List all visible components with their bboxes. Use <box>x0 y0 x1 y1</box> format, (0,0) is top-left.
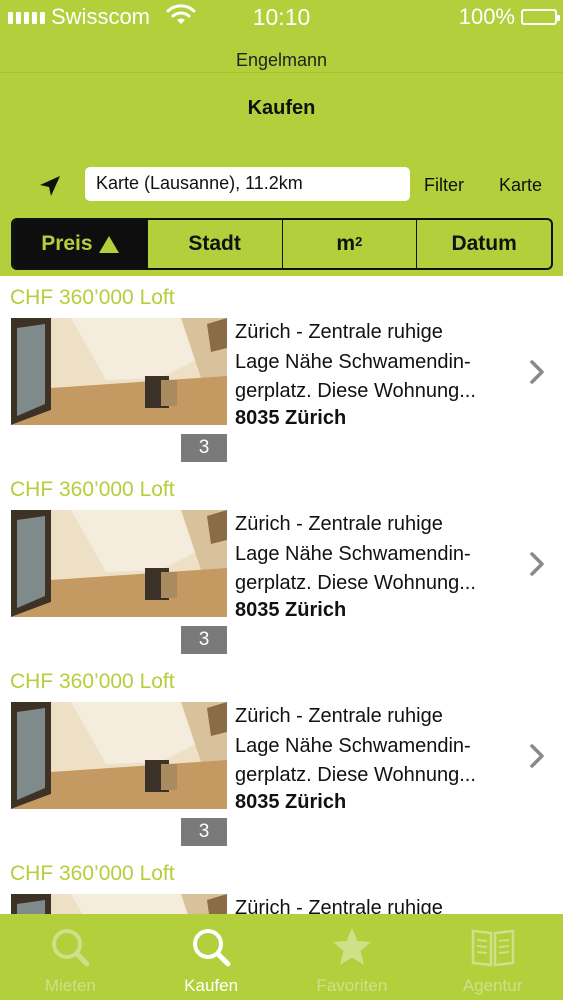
photo-count-badge: 3 <box>181 626 227 654</box>
list-item[interactable]: CHF 360’000 Loft 3 Zürich - Zentrale ruhi… <box>0 468 563 660</box>
tab-favoriten[interactable]: Favoriten <box>282 914 423 1000</box>
battery-icon <box>521 9 560 25</box>
brand-name: Engelmann <box>235 50 328 70</box>
description-line: Zürich - Zentrale ruhige <box>235 321 443 343</box>
listing-price-title: CHF 360’000 Loft <box>10 670 175 693</box>
sort-area-label: m <box>336 232 356 255</box>
sort-by-date[interactable]: Datum <box>417 220 551 268</box>
list-item[interactable]: CHF 360’000 Loft 3 Zürich - Zentrale ruhi… <box>0 276 563 468</box>
description-line: Lage Nähe Schwamendin- <box>235 734 471 757</box>
filter-button[interactable]: Filter <box>424 175 464 196</box>
tab-mieten[interactable]: Mieten <box>0 914 141 1000</box>
description-line: gerplatz. Diese Wohnung... <box>235 764 476 786</box>
tab-kaufen[interactable]: Kaufen <box>141 914 282 1000</box>
sort-ascending-icon <box>98 235 119 253</box>
chevron-right-icon[interactable] <box>527 742 547 770</box>
tab-agentur-label: Agentur <box>462 976 523 995</box>
location-arrow-icon[interactable] <box>36 172 64 200</box>
listing-photo <box>11 318 227 425</box>
description-line: Lage Nähe Schwamendin- <box>235 542 471 565</box>
book-icon <box>471 929 514 967</box>
listing-description: Zürich - Zentrale ruhige <box>235 894 520 914</box>
battery-percent: 100% <box>458 4 515 29</box>
sort-date-label: Datum <box>451 232 517 255</box>
description-line: Lage Nähe Schwamendin- <box>235 350 471 373</box>
status-bar: Swisscom 10:10 100% <box>0 0 563 34</box>
photo-count-badge: 3 <box>181 818 227 846</box>
list-item[interactable]: CHF 360’000 Loft 3 Zürich - Zentrale ruhi… <box>0 660 563 852</box>
page-title: Kaufen <box>247 97 316 119</box>
listing-photo <box>11 894 227 914</box>
search-icon <box>52 929 90 967</box>
list-item[interactable]: CHF 360’000 Loft Zürich - Zentrale ruhig… <box>0 852 563 914</box>
listing-price-title: CHF 360’000 Loft <box>10 286 175 309</box>
description-line: gerplatz. Diese Wohnung... <box>235 572 476 594</box>
top-bar: Swisscom 10:10 100% Engelmann Kaufen Kar… <box>0 0 563 276</box>
listing-city: 8035 Zürich <box>235 407 347 429</box>
listing-photo <box>11 702 227 809</box>
sort-by-price[interactable]: Preis <box>13 220 148 268</box>
listing-photo <box>11 510 227 617</box>
listing-list[interactable]: CHF 360’000 Loft 3 Zürich - Zentrale ruhi… <box>0 276 563 914</box>
sort-by-city[interactable]: Stadt <box>148 220 283 268</box>
photo-count-badge: 3 <box>181 434 227 462</box>
tab-bar: Mieten Kaufen Favoriten Agentur <box>0 914 563 1000</box>
description-line: gerplatz. Diese Wohnung... <box>235 380 476 402</box>
star-icon <box>332 928 371 965</box>
tab-mieten-label: Mieten <box>44 976 96 995</box>
listing-city: 8035 Zürich <box>235 791 347 813</box>
chevron-right-icon[interactable] <box>527 358 547 386</box>
sort-by-area[interactable]: m2 <box>283 220 418 268</box>
sort-city-label: Stadt <box>188 232 241 255</box>
tab-agentur[interactable]: Agentur <box>422 914 563 1000</box>
search-icon <box>193 929 231 967</box>
tab-kaufen-label: Kaufen <box>184 976 239 995</box>
description-line: Zürich - Zentrale ruhige <box>235 897 443 914</box>
sort-control: Preis Stadt m2 Datum <box>11 218 553 270</box>
description-line: Zürich - Zentrale ruhige <box>235 705 443 727</box>
divider <box>0 72 563 73</box>
listing-description: Zürich - Zentrale ruhige Lage Nähe Schwam… <box>235 510 520 599</box>
sort-price-label: Preis <box>41 232 93 255</box>
chevron-right-icon[interactable] <box>527 550 547 578</box>
listing-description: Zürich - Zentrale ruhige Lage Nähe Schwam… <box>235 318 520 407</box>
listing-description: Zürich - Zentrale ruhige Lage Nähe Schwam… <box>235 702 520 791</box>
description-line: Zürich - Zentrale ruhige <box>235 513 443 535</box>
map-button[interactable]: Karte <box>499 175 542 196</box>
listing-city: 8035 Zürich <box>235 599 347 621</box>
tab-favoriten-label: Favoriten <box>316 976 388 995</box>
search-input[interactable]: Karte (Lausanne), 11.2km <box>85 167 410 201</box>
listing-price-title: CHF 360’000 Loft <box>10 862 175 885</box>
listing-price-title: CHF 360’000 Loft <box>10 478 175 501</box>
sort-area-superscript: 2 <box>355 233 363 249</box>
